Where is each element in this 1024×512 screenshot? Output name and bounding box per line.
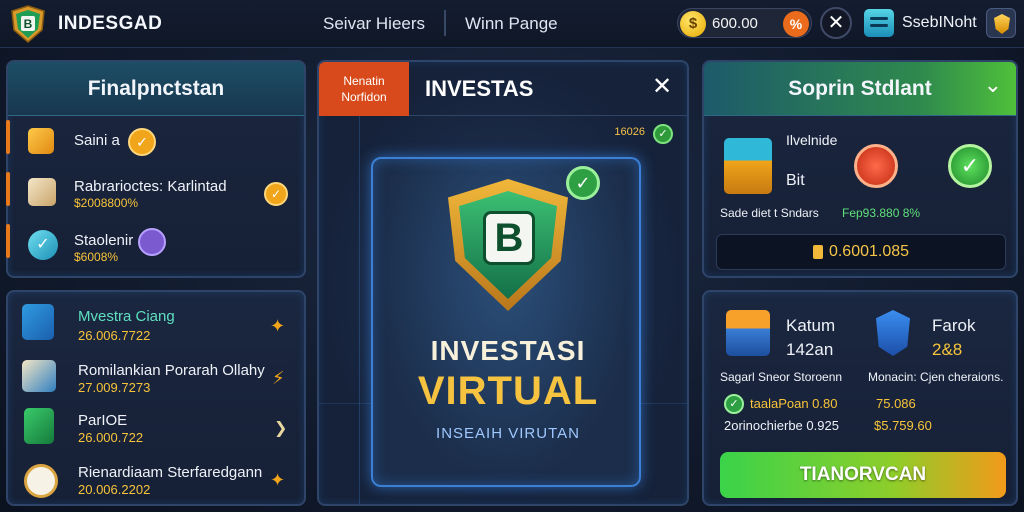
center-title: INVESTAS bbox=[425, 76, 534, 101]
right-item-label-2: Bit bbox=[786, 172, 805, 189]
center-panel: Nenatin Norfidon INVESTAS ✕ 16026 ✓ B ✓ … bbox=[317, 60, 689, 506]
check-icon: ✓ bbox=[653, 124, 673, 144]
check-circle-icon: ✓ bbox=[566, 166, 600, 200]
envelope-icon bbox=[28, 178, 56, 206]
row-sub-2: $2008800% bbox=[74, 196, 139, 210]
investment-name-1[interactable]: Mvestra Ciang bbox=[78, 308, 175, 325]
center-panel-header: Nenatin Norfidon INVESTAS ✕ bbox=[319, 62, 687, 116]
featured-card[interactable]: B ✓ INVESTASI VIRTUAL INSEAIH VIRUTAN bbox=[371, 157, 641, 487]
graduation-coins-icon bbox=[724, 138, 772, 194]
right-panel-title-text: Soprin Stdlant bbox=[788, 77, 932, 100]
coin-icon: $ bbox=[680, 11, 706, 37]
star-icon[interactable]: ✦ bbox=[270, 470, 285, 491]
spark-icon[interactable]: ⚡ bbox=[272, 368, 285, 389]
left-panel-title: Finalpnctstan bbox=[8, 62, 304, 116]
coin-balance[interactable]: $ 600.00 % bbox=[677, 8, 812, 38]
investment-name-3[interactable]: ParIOE bbox=[78, 412, 127, 429]
headline-1: INVESTASI bbox=[430, 335, 586, 366]
investment-value-4: 20.006.2202 bbox=[78, 482, 151, 497]
shield-letter: B bbox=[483, 211, 535, 265]
logo-letter: B bbox=[24, 17, 33, 31]
nav-divider bbox=[444, 10, 446, 36]
col2-caption: Monacin: Cjen cheraions. bbox=[868, 370, 1004, 384]
right-caption-right: Fep93.880 8% bbox=[842, 206, 921, 220]
close-icon[interactable]: ✕ bbox=[649, 74, 675, 100]
shield-badge-icon bbox=[876, 310, 910, 356]
row-sub-3: $6008% bbox=[74, 250, 119, 264]
investment-value-2: 27.009.7273 bbox=[78, 380, 151, 395]
nav-link-1[interactable]: Seivar Hieers bbox=[323, 14, 425, 34]
left-panel-bottom: Mvestra Ciang 26.006.7722 ✦ Romilankian … bbox=[6, 290, 306, 506]
action-button[interactable]: TIANORVCAN bbox=[720, 452, 1006, 498]
right-caption-left: Sade diet t Sndars bbox=[720, 206, 819, 220]
coin-add-button[interactable]: % bbox=[783, 11, 809, 37]
pen-check-icon: ✓ bbox=[28, 230, 58, 260]
investment-value-1: 26.006.7722 bbox=[78, 328, 151, 343]
col1-check-label: taalaPoan 0.80 bbox=[750, 396, 838, 411]
star-icon[interactable]: ✦ bbox=[270, 316, 285, 337]
center-small-value: 16026 bbox=[614, 126, 645, 138]
cancel-badge-icon[interactable] bbox=[854, 144, 898, 188]
logo-shield-icon[interactable]: B bbox=[8, 4, 48, 44]
col2-line2: $5.759.60 bbox=[874, 418, 932, 433]
col2-sub: 2&8 bbox=[932, 340, 963, 359]
medal-icon[interactable] bbox=[986, 8, 1016, 38]
top-bar: B INDESGAD Seivar Hieers Winn Pange $ 60… bbox=[0, 0, 1024, 48]
row-label-1[interactable]: Saini a bbox=[74, 132, 120, 149]
row-label-3[interactable]: Staolenir bbox=[74, 232, 133, 249]
check-icon: ✓ bbox=[724, 394, 744, 414]
right-panel-bottom: Katum 142an Sagarl Sneor Storoenn Farok … bbox=[702, 290, 1018, 506]
col2-title: Farok bbox=[932, 316, 976, 335]
token-icon bbox=[138, 228, 166, 256]
right-value: 0.6001.085 bbox=[828, 243, 910, 260]
investment-card-icon bbox=[22, 304, 54, 340]
right-value-box: 0.6001.085 bbox=[716, 234, 1006, 270]
profile-card-icon[interactable] bbox=[864, 9, 894, 37]
graduation-icon bbox=[22, 360, 56, 392]
col1-line2: 2orinochierbe 0.925 bbox=[724, 418, 839, 433]
center-tag: Nenatin Norfidon bbox=[319, 62, 409, 116]
right-panel-title: Soprin Stdlant bbox=[704, 62, 1016, 116]
brand-name: INDESGAD bbox=[58, 13, 163, 34]
row-accent bbox=[6, 120, 10, 154]
profile-name[interactable]: SsebINoht bbox=[902, 14, 977, 32]
coin-stack-icon bbox=[812, 244, 823, 259]
check-badge-icon: ✓ bbox=[128, 128, 156, 156]
investment-name-4[interactable]: Rienardiaam Sterfaredgann bbox=[78, 464, 262, 481]
coin-value: 600.00 bbox=[712, 15, 758, 32]
investment-name-2[interactable]: Romilankian Porarah Ollahy bbox=[78, 362, 265, 379]
confirm-check-icon[interactable]: ✓ bbox=[948, 144, 992, 188]
right-panel-top: Soprin Stdlant ⌄ Ilvelnide Bit ✓ Sade di… bbox=[702, 60, 1018, 278]
chevron-down-icon[interactable]: ⌄ bbox=[984, 72, 1002, 98]
row-label-2[interactable]: Rabrarioctes: Karlintad bbox=[74, 178, 227, 195]
row-accent bbox=[6, 224, 10, 258]
left-panel-top: Finalpnctstan Saini a ✓ Rabrarioctes: Ka… bbox=[6, 60, 306, 278]
col1-caption: Sagarl Sneor Storoenn bbox=[720, 370, 843, 384]
coin-ring-icon bbox=[24, 464, 58, 498]
chart-icon bbox=[28, 128, 54, 154]
right-item-label-1: Ilvelnide bbox=[786, 132, 838, 148]
check-badge-icon: ✓ bbox=[264, 182, 288, 206]
treasure-chest-icon bbox=[726, 310, 770, 356]
shield-icon bbox=[24, 408, 54, 444]
row-accent bbox=[6, 172, 10, 206]
col2-line1: 75.086 bbox=[876, 396, 916, 411]
nav-link-2[interactable]: Winn Pange bbox=[465, 14, 558, 34]
investment-value-3: 26.000.722 bbox=[78, 430, 144, 445]
headline-2: VIRTUAL bbox=[417, 369, 599, 413]
chevron-icon[interactable]: ❯ bbox=[274, 418, 287, 438]
close-icon[interactable]: ✕ bbox=[820, 7, 852, 39]
col1-title: Katum bbox=[786, 316, 836, 335]
subheadline: INSEAIH VIRUTAN bbox=[436, 425, 580, 442]
col1-sub: 142an bbox=[786, 340, 834, 359]
